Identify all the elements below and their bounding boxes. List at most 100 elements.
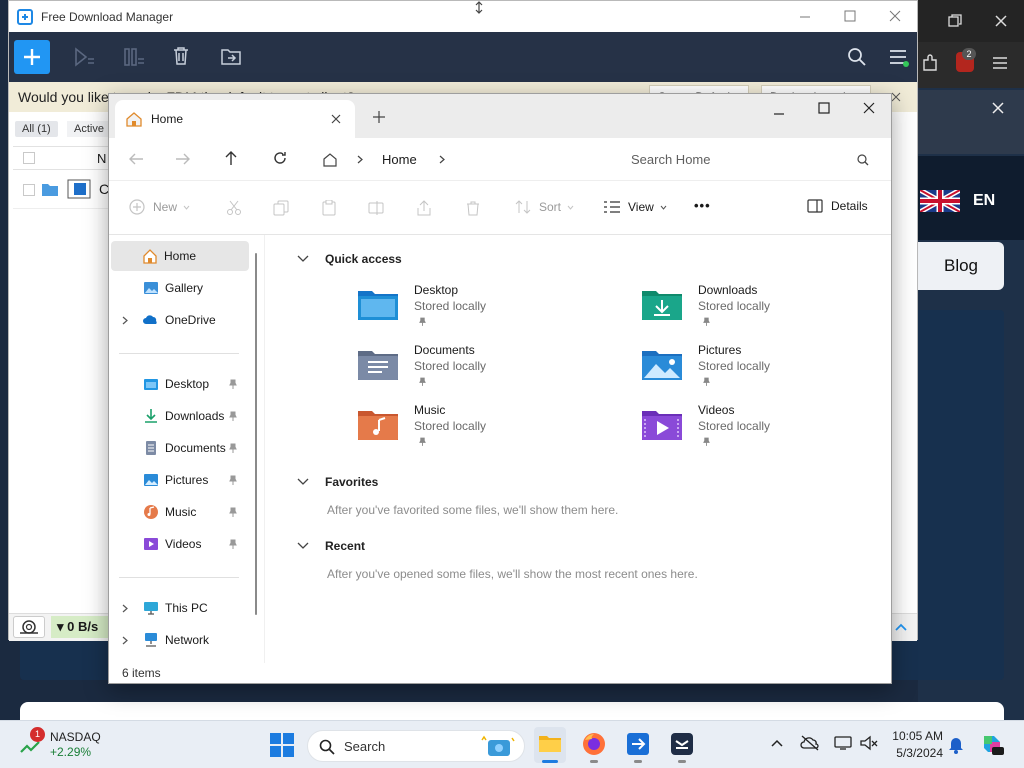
chevron-right-icon[interactable] — [122, 604, 128, 613]
search-icon[interactable] — [857, 154, 869, 166]
chevron-right-icon[interactable] — [439, 155, 445, 164]
chevron-up-icon[interactable] — [895, 622, 907, 632]
share-icon[interactable] — [416, 200, 432, 216]
search-box[interactable]: Search Home — [617, 143, 881, 175]
delete-icon[interactable] — [172, 46, 190, 66]
quick-access-header[interactable]: Quick access — [297, 252, 402, 266]
taskbar-file-explorer[interactable] — [534, 727, 566, 763]
pin-icon[interactable] — [229, 411, 237, 421]
rename-icon[interactable] — [368, 200, 384, 216]
resume-icon[interactable] — [73, 47, 95, 67]
taskbar-search[interactable]: Search — [307, 730, 525, 762]
search-icon[interactable] — [847, 47, 867, 67]
maximize-icon[interactable] — [818, 102, 830, 114]
download-row[interactable]: C — [13, 171, 109, 209]
blog-button[interactable]: Blog — [918, 242, 1004, 290]
details-button[interactable]: Details — [807, 199, 868, 213]
download-speed[interactable]: ▾ 0 B/s — [51, 616, 109, 638]
notification-bell-icon[interactable] — [948, 736, 964, 754]
tab-all[interactable]: All (1) — [15, 121, 58, 137]
taskbar-firefox[interactable] — [578, 727, 610, 763]
maximize-icon[interactable] — [844, 10, 856, 22]
nav-network[interactable]: Network — [109, 625, 247, 655]
nav-desktop[interactable]: Desktop — [109, 369, 247, 399]
restore-icon[interactable] — [948, 14, 962, 28]
nav-scrollbar[interactable] — [255, 253, 257, 615]
add-download-button[interactable] — [14, 40, 50, 74]
network-icon[interactable] — [834, 736, 852, 750]
stock-widget[interactable]: 1 NASDAQ +2.29% — [16, 727, 126, 763]
quick-access-downloads[interactable]: Downloads Stored locally — [641, 283, 901, 337]
breadcrumb-home[interactable]: Home — [382, 152, 417, 167]
nav-music[interactable]: Music — [109, 497, 247, 527]
extensions-icon[interactable] — [922, 54, 938, 72]
quick-access-desktop[interactable]: Desktop Stored locally — [357, 283, 617, 337]
back-icon[interactable] — [128, 152, 144, 166]
close-icon[interactable] — [992, 102, 1004, 114]
pin-icon[interactable] — [229, 443, 237, 453]
chevron-right-icon[interactable] — [122, 316, 128, 325]
menu-icon[interactable] — [992, 56, 1008, 70]
nav-onedrive[interactable]: OneDrive — [109, 305, 247, 335]
language-label[interactable]: EN — [973, 192, 995, 210]
nav-documents[interactable]: Documents — [109, 433, 247, 463]
cut-icon[interactable] — [226, 200, 242, 216]
chevron-right-icon[interactable] — [122, 636, 128, 645]
chevron-right-icon[interactable] — [357, 155, 363, 164]
view-button[interactable]: View — [603, 199, 667, 215]
quick-access-documents[interactable]: Documents Stored locally — [357, 343, 617, 397]
up-icon[interactable] — [224, 150, 238, 166]
close-icon[interactable] — [891, 92, 901, 102]
nav-home[interactable]: Home — [111, 241, 249, 271]
folder-icon[interactable] — [41, 181, 59, 197]
quick-access-pictures[interactable]: Pictures Stored locally — [641, 343, 901, 397]
pane-splitter[interactable] — [264, 235, 265, 663]
quick-access-music[interactable]: Music Stored locally — [357, 403, 617, 457]
menu-icon[interactable] — [889, 48, 909, 68]
sort-button[interactable]: Sort — [515, 199, 574, 215]
search-placeholder[interactable]: Search Home — [631, 152, 710, 167]
close-icon[interactable] — [994, 14, 1008, 28]
pin-icon[interactable] — [229, 475, 237, 485]
address-bar[interactable]: Home — [309, 143, 605, 175]
nav-videos[interactable]: Videos — [109, 529, 247, 559]
nav-pictures[interactable]: Pictures — [109, 465, 247, 495]
snail-mode-button[interactable] — [13, 616, 45, 638]
clock[interactable]: 10:05 AM 5/3/2024 — [883, 729, 943, 763]
close-tab-icon[interactable] — [331, 114, 341, 124]
new-button[interactable]: New — [129, 199, 190, 215]
minimize-icon[interactable] — [773, 108, 785, 120]
move-icon[interactable] — [221, 47, 241, 65]
column-name[interactable]: N — [97, 151, 106, 166]
pin-icon[interactable] — [229, 539, 237, 549]
pin-icon[interactable] — [229, 379, 237, 389]
close-icon[interactable] — [863, 102, 875, 114]
forward-icon[interactable] — [175, 152, 191, 166]
tab-home[interactable]: Home — [115, 100, 355, 138]
chevron-up-icon[interactable] — [771, 739, 783, 747]
onedrive-offline-icon[interactable] — [800, 735, 820, 751]
quick-access-videos[interactable]: Videos Stored locally — [641, 403, 901, 457]
taskbar-app[interactable] — [666, 727, 698, 763]
recent-header[interactable]: Recent — [297, 539, 365, 553]
new-tab-icon[interactable] — [373, 111, 385, 123]
pin-icon[interactable] — [229, 507, 237, 517]
copilot-icon[interactable] — [980, 732, 1004, 756]
select-all-checkbox[interactable] — [23, 152, 35, 164]
minimize-icon[interactable] — [799, 11, 811, 23]
close-icon[interactable] — [889, 10, 901, 22]
nav-downloads[interactable]: Downloads — [109, 401, 247, 431]
row-checkbox[interactable] — [23, 184, 35, 196]
nav-gallery[interactable]: Gallery — [109, 273, 247, 303]
start-icon[interactable] — [270, 733, 294, 757]
copy-icon[interactable] — [273, 200, 289, 216]
delete-icon[interactable] — [465, 200, 481, 216]
uk-flag-icon[interactable] — [920, 190, 960, 212]
volume-muted-icon[interactable] — [860, 735, 878, 751]
nav-this-pc[interactable]: This PC — [109, 593, 247, 623]
taskbar-fdm[interactable] — [622, 727, 654, 763]
refresh-icon[interactable] — [272, 150, 288, 166]
pause-icon[interactable] — [123, 47, 145, 67]
paste-icon[interactable] — [321, 200, 337, 216]
tab-active[interactable]: Active — [67, 121, 111, 137]
